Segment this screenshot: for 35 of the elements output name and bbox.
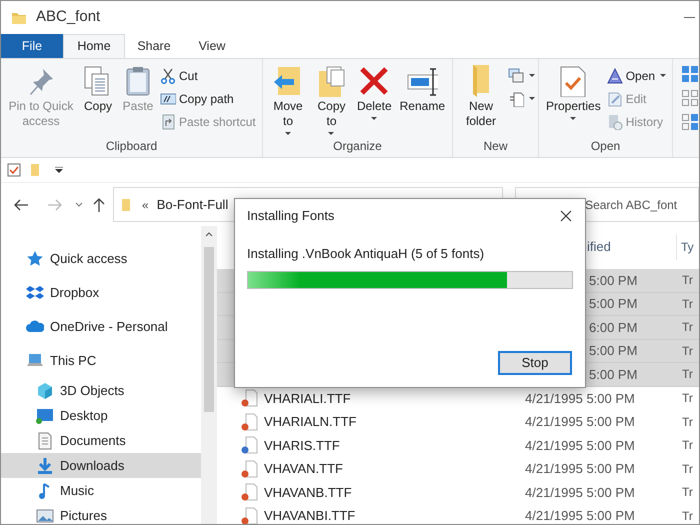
date-cell-text: 4/21/1995 5:00 PM [525, 436, 636, 454]
file-name: VHARIALI.TTF [264, 390, 351, 408]
date-cell-text: 4/21/1995 5:00 PM [525, 460, 636, 478]
type-cell-text: Tr [682, 414, 693, 431]
type-cell-text: Tr [682, 342, 693, 360]
status-text: Installing .VnBook AntiquaH (5 of 5 fonts) [246, 245, 486, 263]
type-cell-text: Tr [682, 460, 693, 478]
date-cell-text: 4/21/1995 5:00 PM [525, 507, 636, 524]
date-cell-text: 5:00 PM [588, 366, 638, 384]
date-cell-text: 4/21/1995 5:00 PM [525, 413, 636, 431]
group-label: Clipboard [104, 138, 158, 155]
date-cell-text: 6:00 PM [588, 318, 638, 336]
file-name: VHARIALN.TTF [264, 413, 356, 431]
group-label: Open [590, 138, 622, 155]
type-cell-text: Tr [682, 484, 693, 502]
type-cell-text: Tr [682, 390, 693, 408]
group-label: Organize [332, 138, 383, 155]
type-cell-text: Tr [682, 366, 693, 384]
type-cell-text: Tr [682, 319, 693, 336]
file-name: VHAVAN.TTF [264, 460, 343, 478]
group-label: New [482, 138, 508, 155]
dialog-title: Installing Fonts [247, 207, 334, 226]
type-cell-text: Tr [682, 508, 693, 524]
date-cell-text: 5:00 PM [588, 295, 638, 313]
type-cell-text: Tr [682, 296, 693, 313]
date-cell-text: 5:00 PM [588, 342, 638, 360]
file-name: VHAVANB.TTF [264, 484, 352, 502]
type-cell-text: Tr [682, 272, 693, 290]
date-cell-text: 4/21/1995 5:00 PM [525, 390, 636, 408]
date-cell-text: 4/21/1995 5:00 PM [525, 484, 636, 502]
type-cell-text: Tr [682, 437, 693, 454]
file-name: VHAVANBI.TTF [264, 507, 356, 524]
date-cell-text: 5:00 PM [588, 272, 638, 290]
window-title: ABC_font [36, 7, 100, 28]
file-name: VHARIS.TTF [264, 436, 340, 454]
